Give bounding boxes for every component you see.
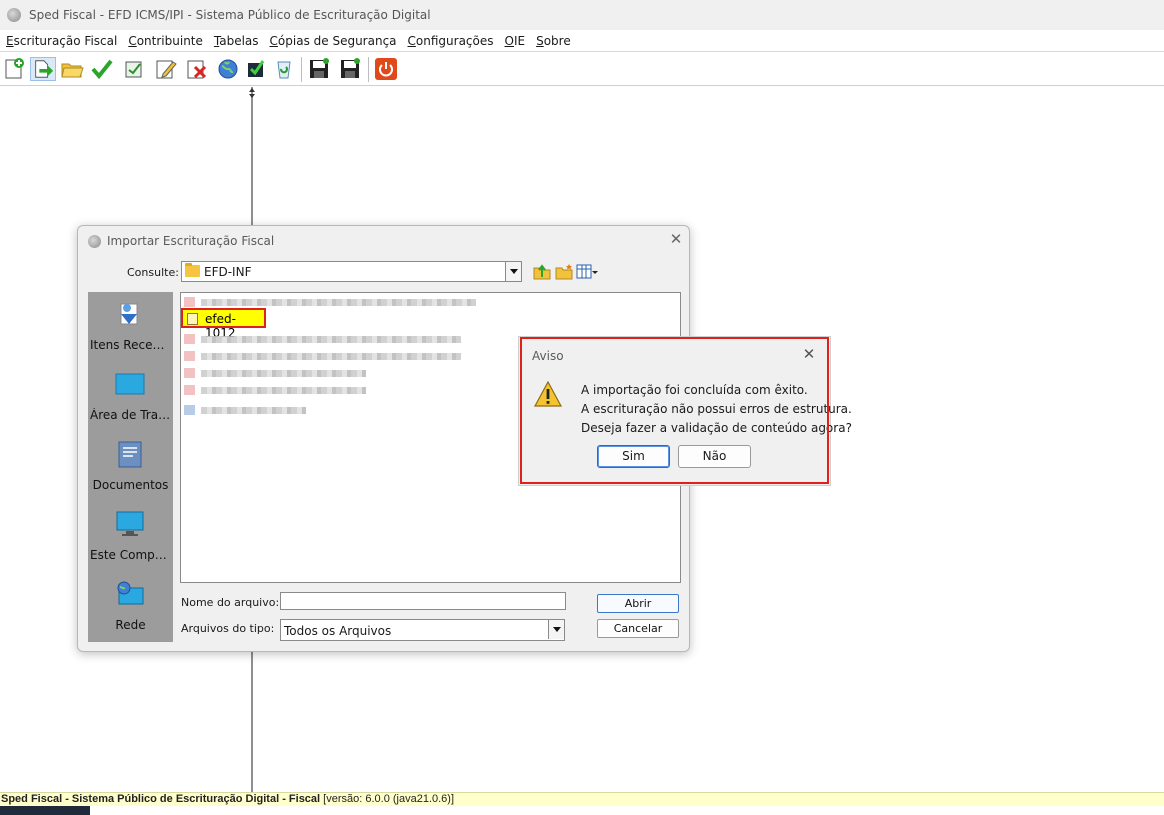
validate-check-icon[interactable]	[90, 57, 114, 81]
chevron-down-icon[interactable]	[548, 620, 564, 639]
desktop-icon	[115, 373, 145, 395]
file-name-label: Nome do arquivo:	[181, 596, 280, 609]
new-folder-icon[interactable]	[555, 263, 573, 280]
place-network[interactable]: Rede	[88, 572, 173, 642]
open-folder-icon[interactable]	[60, 57, 84, 81]
menu-contribuinte[interactable]: Contribuinte	[128, 34, 203, 48]
documents-icon	[118, 441, 142, 468]
recent-items-icon	[120, 303, 138, 325]
edit-pencil-icon[interactable]	[154, 57, 178, 81]
cancel-button[interactable]: Cancelar	[597, 619, 679, 638]
open-button[interactable]: Abrir	[597, 594, 679, 613]
menu-tabelas[interactable]: Tabelas	[214, 34, 259, 48]
sign-icon[interactable]	[122, 57, 146, 81]
menu-bar: Escrituração Fiscal Contribuinte Tabelas…	[0, 30, 1164, 52]
place-label: Rede	[115, 618, 146, 632]
view-details-icon[interactable]	[576, 263, 598, 280]
bottom-strip	[0, 806, 1164, 815]
menu-copias-de-seguranca[interactable]: Cópias de Segurança	[270, 34, 397, 48]
chevron-down-icon[interactable]	[505, 262, 521, 281]
toolbar	[0, 53, 1164, 86]
recycle-icon[interactable]	[272, 57, 296, 81]
status-bar: Sped Fiscal - Sistema Público de Escritu…	[0, 792, 1164, 806]
network-icon	[117, 581, 144, 605]
save-backup-icon[interactable]	[307, 57, 331, 81]
file-name-input[interactable]	[280, 592, 566, 610]
new-file-icon[interactable]	[2, 57, 26, 81]
toolbar-separator	[301, 57, 302, 82]
collapse-up-icon[interactable]	[249, 88, 255, 92]
file-icon	[187, 313, 198, 325]
title-bar: Sped Fiscal - EFD ICMS/IPI - Sistema Púb…	[0, 0, 1164, 30]
menu-oie[interactable]: OIE	[505, 34, 526, 48]
dialog-title: Importar Escrituração Fiscal	[107, 234, 275, 248]
app-icon	[7, 8, 21, 22]
place-label: Documentos	[92, 478, 169, 492]
place-label: Área de Trabalho	[90, 408, 173, 422]
menu-sobre[interactable]: Sobre	[536, 34, 571, 48]
menu-configuracoes[interactable]: Configurações	[408, 34, 494, 48]
dialog-app-icon	[88, 235, 101, 248]
look-in-label: Consulte:	[127, 266, 179, 279]
computer-icon	[116, 511, 144, 536]
place-documents[interactable]: Documentos	[88, 432, 173, 502]
status-version: [versão: 6.0.0 (java21.0.6)]	[320, 793, 455, 805]
highlight-outline	[520, 337, 829, 484]
globe-icon[interactable]	[216, 57, 240, 81]
folder-icon	[185, 263, 200, 277]
look-in-value: EFD-INF	[204, 265, 252, 279]
delete-icon[interactable]	[185, 57, 209, 81]
close-icon[interactable]: ✕	[668, 231, 684, 247]
window-title: Sped Fiscal - EFD ICMS/IPI - Sistema Púb…	[29, 8, 431, 22]
toolbar-separator	[368, 57, 369, 82]
place-recent-items[interactable]: Itens Recentes	[88, 292, 173, 362]
file-type-label: Arquivos do tipo:	[181, 622, 275, 635]
selected-file-item[interactable]: efed-1012	[181, 308, 266, 340]
import-arrow-icon[interactable]	[30, 57, 56, 81]
collapse-down-icon[interactable]	[249, 94, 255, 98]
up-folder-icon[interactable]	[533, 263, 551, 280]
file-type-combo[interactable]: Todos os Arquivos	[280, 619, 565, 641]
menu-escrituracao-fiscal[interactable]: Escrituração Fiscal	[6, 34, 117, 48]
transmit-icon[interactable]	[244, 57, 268, 81]
place-this-computer[interactable]: Este Computador	[88, 502, 173, 572]
place-label: Itens Recentes	[90, 338, 173, 352]
status-app-name: Sped Fiscal - Sistema Público de Escritu…	[1, 793, 321, 805]
taskbar-fragment	[0, 806, 90, 815]
place-label: Este Computador	[90, 548, 173, 562]
restore-backup-icon[interactable]	[338, 57, 362, 81]
file-type-value: Todos os Arquivos	[284, 624, 392, 638]
place-desktop[interactable]: Área de Trabalho	[88, 362, 173, 432]
power-icon[interactable]	[374, 57, 398, 81]
places-bar: Itens Recentes Área de Trabalho Document…	[88, 292, 173, 642]
look-in-combo[interactable]: EFD-INF	[181, 261, 522, 282]
